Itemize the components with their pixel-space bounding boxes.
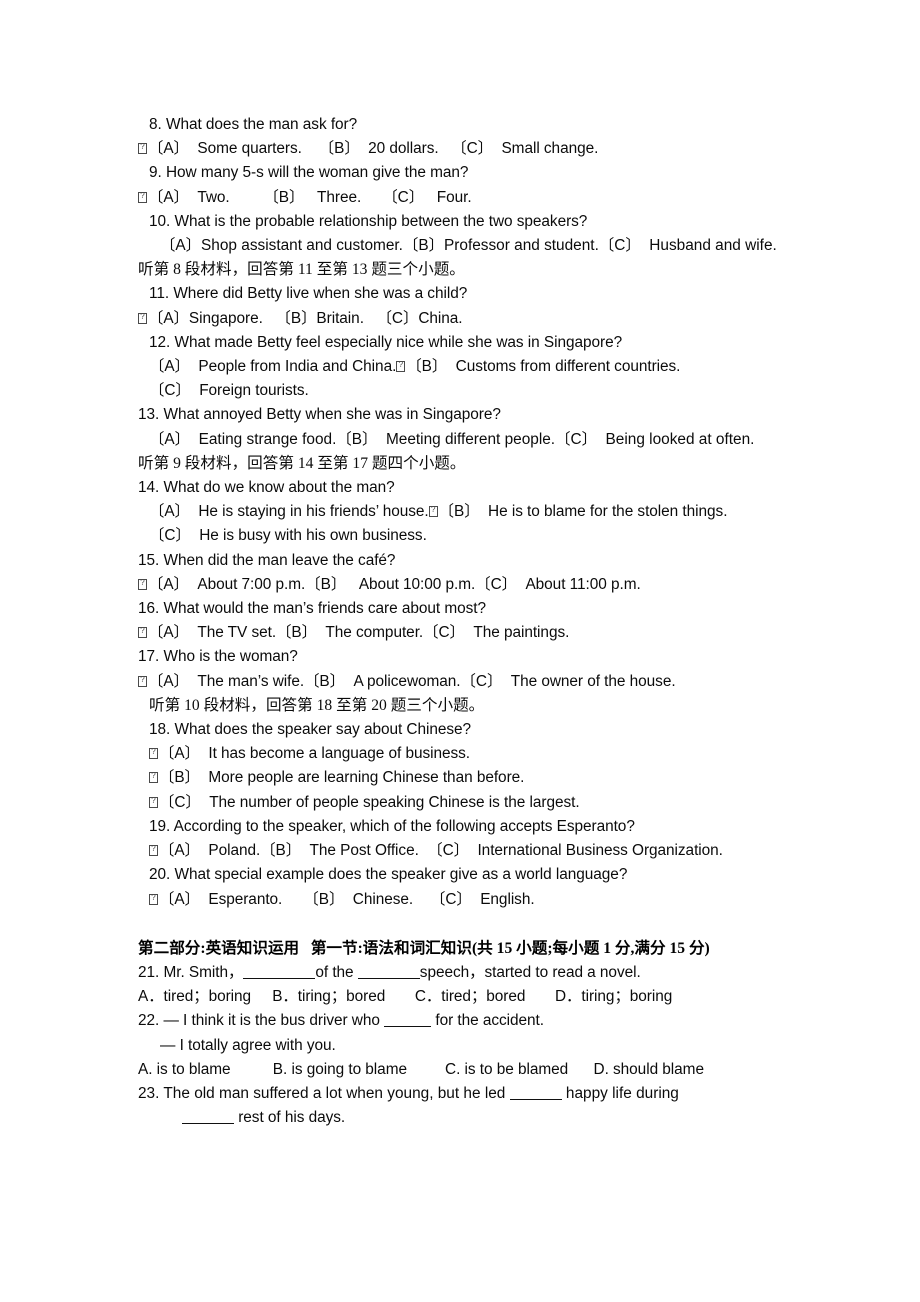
question-stem-q12: 12. What made Betty feel especially nice…	[149, 333, 623, 351]
question-stem-q18: 18. What does the speaker say about Chin…	[149, 721, 472, 739]
question-options-q22: A. is to blame B. is going to blame C. i…	[138, 1060, 704, 1078]
question-stem-q17: 17. Who is the woman?	[138, 648, 298, 666]
options-text: 〔A〕 The TV set.〔B〕 The computer.〔C〕 The …	[148, 624, 570, 642]
question-options-q8: 〔A〕 Some quarters. 〔B〕 20 dollars. 〔C〕 S…	[138, 137, 792, 161]
missing-glyph-icon	[149, 770, 158, 784]
exam-page: 8. What does the man ask for? 〔A〕 Some q…	[0, 0, 920, 1302]
option-a-text: 〔A〕 He is staying in his friends’ house.	[149, 503, 429, 521]
q21-blank-2	[357, 977, 420, 979]
question-option-q18-b: 〔B〕 More people are learning Chinese tha…	[138, 766, 792, 790]
question-options-q17: 〔A〕 The man’s wife.〔B〕 A policewoman.〔C〕…	[138, 670, 792, 694]
question-reply-q22: — I totally agree with you.	[160, 1036, 336, 1054]
question-option-q12-c: 〔C〕 Foreign tourists.	[149, 382, 309, 400]
q23-blank-1	[509, 1098, 562, 1100]
question-options-q11: 〔A〕Singapore. 〔B〕Britain. 〔C〕China.	[138, 307, 792, 331]
listening-direction-3: 听第 10 段材料，回答第 18 至第 20 题三个小题。	[149, 696, 485, 714]
question-option-q18-a: 〔A〕 It has become a language of business…	[138, 742, 792, 766]
q23-post: rest of his days.	[234, 1109, 346, 1127]
missing-glyph-icon	[138, 625, 147, 639]
options-text: 〔A〕Shop assistant and customer.〔B〕Profes…	[160, 237, 777, 255]
options-text: 〔A〕 Two. 〔B〕 Three. 〔C〕 Four.	[148, 188, 472, 206]
question-options-q16: 〔A〕 The TV set.〔B〕 The computer.〔C〕 The …	[138, 621, 792, 645]
question-stem-q21: 21. Mr. Smith， of the speech，started to r…	[138, 961, 792, 985]
question-stem-q9: 9. How many 5-s will the woman give the …	[149, 164, 469, 182]
missing-glyph-icon	[396, 359, 406, 373]
document-body: 8. What does the man ask for? 〔A〕 Some q…	[138, 113, 792, 1130]
options-text: 〔A〕 The man’s wife.〔B〕 A policewoman.〔C〕…	[148, 672, 676, 690]
question-stem-q19: 19. According to the speaker, which of t…	[149, 817, 635, 835]
question-option-q14-ab: 〔A〕 He is staying in his friends’ house.…	[138, 500, 792, 524]
options-text: 〔A〕 Poland.〔B〕 The Post Office. 〔C〕 Inte…	[159, 842, 723, 860]
missing-glyph-icon	[149, 843, 158, 857]
option-a-text: 〔A〕 People from India and China.	[149, 358, 397, 376]
options-text: 〔A〕 Some quarters. 〔B〕 20 dollars. 〔C〕 S…	[148, 140, 599, 158]
question-stem-q11: 11. Where did Betty live when she was a …	[149, 285, 468, 303]
listening-direction-1: 听第 8 段材料，回答第 11 至第 13 题三个小题。	[138, 261, 465, 279]
missing-glyph-icon	[138, 674, 147, 687]
q23-blank-2	[182, 1123, 234, 1125]
option-b-text: 〔B〕 He is to blame for the stolen things…	[438, 503, 728, 521]
question-stem-q16: 16. What would the man’s friends care ab…	[138, 600, 487, 618]
question-options-q19: 〔A〕 Poland.〔B〕 The Post Office. 〔C〕 Inte…	[138, 839, 792, 863]
q21-blank-1	[243, 977, 316, 979]
q23-mid: happy life during	[561, 1084, 684, 1102]
q21-post: speech，started to read a novel.	[419, 963, 641, 981]
question-stem-q13: 13. What annoyed Betty when she was in S…	[138, 406, 501, 424]
missing-glyph-icon	[428, 504, 438, 518]
question-options-q21: A．tired；boring B．tiring；bored C．tired；bo…	[138, 988, 673, 1006]
question-options-q15: 〔A〕 About 7:00 p.m.〔B〕 About 10:00 p.m.〔…	[138, 573, 792, 597]
missing-glyph-icon	[149, 892, 158, 905]
option-b-text: 〔B〕 More people are learning Chinese tha…	[159, 769, 525, 787]
option-c-text: 〔C〕 The number of people speaking Chines…	[159, 793, 580, 811]
q22-pre: 22. — I think it is the bus driver who	[138, 1012, 385, 1030]
q23-pre: 23. The old man suffered a lot when youn…	[138, 1084, 510, 1102]
q22-post: for the accident.	[431, 1012, 545, 1030]
missing-glyph-icon	[138, 141, 147, 155]
q21-mid: of the	[315, 963, 358, 981]
question-options-q9: 〔A〕 Two. 〔B〕 Three. 〔C〕 Four.	[138, 186, 792, 210]
missing-glyph-icon	[138, 577, 147, 590]
question-stem-q23: 23. The old man suffered a lot when youn…	[138, 1082, 792, 1106]
q22-blank-1	[384, 1026, 432, 1028]
options-text: 〔A〕 Esperanto. 〔B〕 Chinese. 〔C〕 English.	[159, 890, 535, 908]
q21-pre: 21. Mr. Smith，	[138, 963, 244, 981]
options-text: 〔A〕 About 7:00 p.m.〔B〕 About 10:00 p.m.〔…	[148, 575, 641, 593]
question-stem-q10: 10. What is the probable relationship be…	[149, 212, 588, 230]
question-options-q20: 〔A〕 Esperanto. 〔B〕 Chinese. 〔C〕 English.	[138, 888, 792, 912]
question-options-q13: 〔A〕 Eating strange food.〔B〕 Meeting diff…	[149, 430, 755, 448]
missing-glyph-icon	[138, 311, 147, 324]
question-option-q14-c: 〔C〕 He is busy with his own business.	[149, 527, 427, 545]
options-text: 〔A〕Singapore. 〔B〕Britain. 〔C〕China.	[148, 309, 463, 327]
question-stem-q22: 22. — I think it is the bus driver who f…	[138, 1009, 792, 1033]
question-stem-q8: 8. What does the man ask for?	[149, 116, 358, 133]
question-option-q18-c: 〔C〕 The number of people speaking Chines…	[138, 791, 792, 815]
question-stem-q23-cont: rest of his days.	[138, 1106, 792, 1130]
option-a-text: 〔A〕 It has become a language of business…	[159, 745, 471, 763]
question-stem-q14: 14. What do we know about the man?	[138, 479, 395, 497]
question-stem-q20: 20. What special example does the speake…	[149, 866, 628, 884]
listening-direction-2: 听第 9 段材料，回答第 14 至第 17 题四个小题。	[138, 454, 466, 472]
missing-glyph-icon	[138, 190, 147, 203]
option-b-text: 〔B〕 Customs from different countries.	[406, 358, 681, 376]
question-option-q12-ab: 〔A〕 People from India and China. 〔B〕 Cust…	[138, 355, 792, 379]
missing-glyph-icon	[149, 746, 158, 760]
question-options-q10: 〔A〕Shop assistant and customer.〔B〕Profes…	[138, 234, 792, 258]
part-two-heading: 第二部分:英语知识运用 第一节:语法和词汇知识(共 15 小题;每小题 1 分,…	[138, 939, 710, 957]
question-stem-q15: 15. When did the man leave the café?	[138, 551, 396, 569]
missing-glyph-icon	[149, 795, 158, 808]
